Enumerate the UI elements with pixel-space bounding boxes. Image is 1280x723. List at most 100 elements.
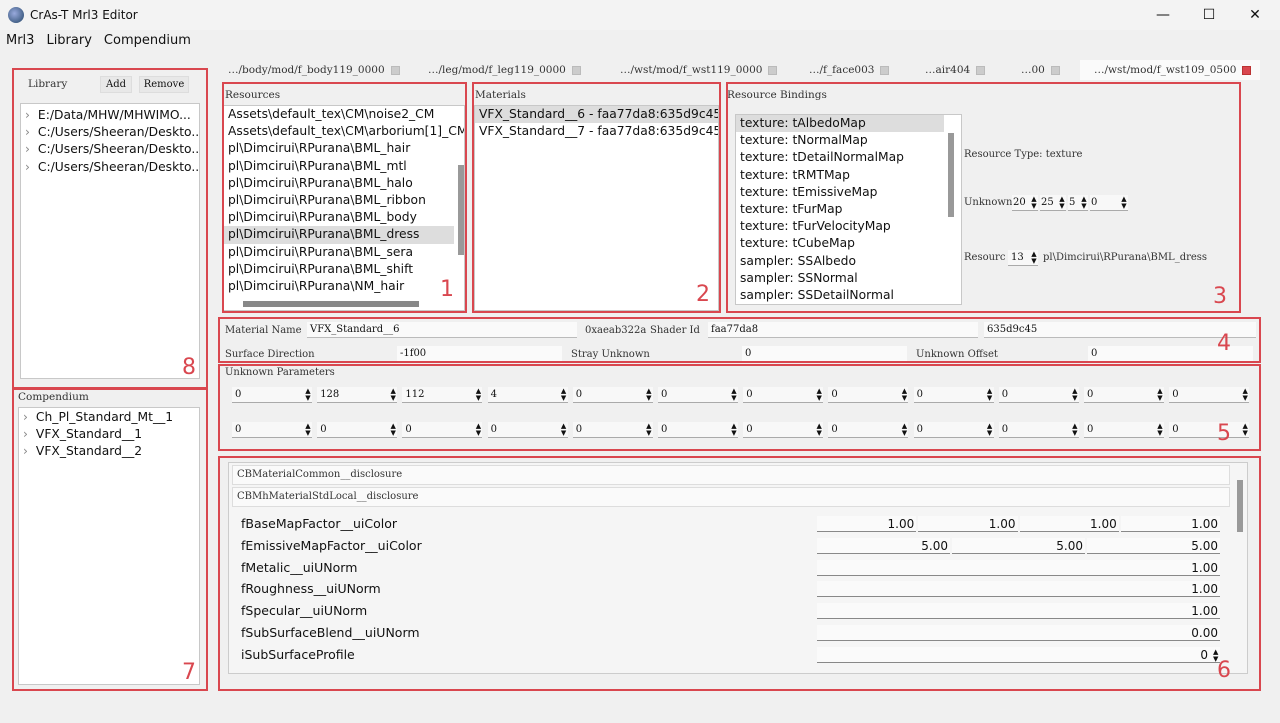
param-spinbox[interactable]: 0 ▲ ▼ (402, 422, 483, 438)
section-cbmhmaterialstdlocal[interactable]: CBMhMaterialStdLocal__disclosure (232, 487, 1230, 507)
shader-id-input[interactable]: faa77da8 (708, 322, 978, 338)
unknown-spinbox-0[interactable]: 20 ▲ ▼ (1012, 195, 1038, 211)
property-value-input[interactable]: 0 (817, 646, 1220, 663)
list-item[interactable]: pl\Dimcirui\RPurana\NM_hair (224, 278, 454, 295)
tab-close-icon[interactable] (880, 65, 890, 75)
param-spinbox[interactable]: 0 ▲ ▼ (913, 422, 994, 438)
tab-4[interactable]: …air404 (925, 60, 986, 80)
list-item[interactable]: pl\Dimcirui\RPurana\BML_sera (224, 244, 454, 261)
add-button[interactable]: Add (100, 76, 132, 93)
materials-list[interactable]: VFX_Standard__6 - faa77da8:635d9c45 VFX_S… (474, 105, 719, 311)
param-spinbox[interactable]: 0 ▲ ▼ (572, 422, 653, 438)
param-spinbox[interactable]: 0 ▲ ▼ (487, 422, 568, 438)
list-item[interactable]: pl\Dimcirui\RPurana\BML_hair (224, 140, 454, 157)
tab-5[interactable]: …00 (1021, 60, 1060, 80)
properties-vscrollbar[interactable] (1237, 480, 1243, 532)
param-spinbox[interactable]: 0 ▲ ▼ (572, 387, 653, 403)
param-spinbox[interactable]: 0 ▲ ▼ (828, 422, 909, 438)
property-value-input[interactable]: 1.00 (817, 581, 1220, 598)
param-spinbox[interactable]: 0 ▲ ▼ (1084, 387, 1164, 403)
unknown-spinbox-1[interactable]: 25 ▲ ▼ (1040, 195, 1066, 211)
list-item[interactable]: texture: tCubeMap (736, 235, 944, 252)
extra-id-input[interactable]: 635d9c45 (984, 322, 1256, 338)
tab-close-icon[interactable] (976, 65, 986, 75)
list-item[interactable]: texture: tAlbedoMap (736, 115, 944, 133)
list-item[interactable]: E:/Data/MHW/MHWIMO... (21, 107, 199, 124)
property-value-input[interactable]: 1.00 (817, 559, 1220, 576)
list-item[interactable]: C:/Users/Sheeran/Deskto... (21, 124, 199, 141)
property-value-input[interactable]: 1.00 (817, 603, 1220, 620)
unknown-spinbox-2[interactable]: 5 ▲ ▼ (1068, 195, 1088, 211)
list-item[interactable]: C:/Users/Sheeran/Deskto... (21, 159, 199, 176)
property-value-input[interactable]: 5.00 (817, 537, 950, 554)
param-spinbox[interactable]: 0 ▲ ▼ (743, 422, 824, 438)
surface-direction-input[interactable]: -1f00 (397, 346, 562, 362)
param-spinbox[interactable]: 0 ▲ ▼ (317, 422, 398, 438)
minimize-button[interactable]: — (1140, 0, 1186, 30)
list-item[interactable]: pl\Dimcirui\RPurana\BML_mtl (224, 158, 454, 175)
bindings-list[interactable]: texture: tAlbedoMap texture: tNormalMap te… (735, 114, 962, 305)
unknown-spinbox-3[interactable]: 0 ▲ ▼ (1090, 195, 1128, 211)
close-button[interactable]: ✕ (1232, 0, 1278, 30)
list-item[interactable]: VFX_Standard__6 - faa77da8:635d9c45 (475, 106, 718, 124)
list-item[interactable]: pl\Dimcirui\RPurana\BML_dress (224, 226, 454, 244)
resources-list[interactable]: Assets\default_tex\CM\noise2_CM Assets\de… (223, 105, 465, 311)
list-item[interactable]: texture: tNormalMap (736, 132, 944, 149)
remove-button[interactable]: Remove (139, 76, 189, 93)
resource-index-spinbox[interactable]: 13 ▲ ▼ (1008, 250, 1038, 266)
list-item[interactable]: pl\Dimcirui\RPurana\BML_body (224, 209, 454, 226)
param-spinbox[interactable]: 112 ▲ ▼ (402, 387, 483, 403)
tab-3[interactable]: …/f_face003 (809, 60, 890, 80)
list-item[interactable]: sampler: SSDetailNormal (736, 287, 944, 304)
library-tree[interactable]: E:/Data/MHW/MHWIMO...C:/Users/Sheeran/De… (20, 103, 200, 379)
property-value-input[interactable]: 0.00 (817, 625, 1220, 641)
list-item[interactable]: VFX_Standard__7 - faa77da8:635d9c45 (475, 123, 718, 140)
property-value-input[interactable]: 1.00 (817, 516, 917, 532)
param-spinbox[interactable]: 0 ▲ ▼ (1169, 422, 1250, 438)
resources-hscrollbar[interactable] (243, 301, 419, 307)
list-item[interactable]: Assets\default_tex\CM\noise2_CM (224, 106, 454, 123)
section-cbmaterialcommon[interactable]: CBMaterialCommon__disclosure (232, 465, 1230, 485)
param-spinbox[interactable]: 4 ▲ ▼ (487, 387, 568, 403)
property-value-input[interactable]: 5.00 (952, 537, 1085, 554)
tab-close-icon[interactable] (571, 65, 581, 75)
param-spinbox[interactable]: 0 ▲ ▼ (1169, 387, 1250, 403)
property-value-input[interactable]: 1.00 (1019, 516, 1119, 532)
param-spinbox[interactable]: 0 ▲ ▼ (913, 387, 994, 403)
property-value-input[interactable]: 5.00 (1087, 537, 1220, 554)
tab-6[interactable]: …/wst/mod/f_wst109_0500 (1080, 60, 1260, 80)
param-spinbox[interactable]: 0 ▲ ▼ (232, 387, 312, 403)
param-spinbox[interactable]: 128 ▲ ▼ (317, 387, 398, 403)
list-item[interactable]: texture: tRMTMap (736, 167, 944, 184)
list-item[interactable]: VFX_Standard__2 (19, 443, 199, 460)
list-item[interactable]: texture: tEmissiveMap (736, 184, 944, 201)
menu-library[interactable]: Library (40, 33, 97, 48)
param-spinbox[interactable]: 0 ▲ ▼ (658, 422, 738, 438)
list-item[interactable]: texture: tFurVelocityMap (736, 218, 944, 235)
compendium-tree[interactable]: Ch_Pl_Standard_Mt__1VFX_Standard__1VFX_S… (18, 407, 200, 685)
menu-mrl3[interactable]: Mrl3 (0, 33, 40, 48)
maximize-button[interactable]: ☐ (1186, 0, 1232, 30)
param-spinbox[interactable]: 0 ▲ ▼ (658, 387, 738, 403)
tab-close-icon[interactable] (1050, 65, 1060, 75)
resources-vscrollbar[interactable] (458, 165, 464, 255)
param-spinbox[interactable]: 0 ▲ ▼ (1084, 422, 1164, 438)
list-item[interactable]: pl\Dimcirui\RPurana\BML_shift (224, 261, 454, 278)
list-item[interactable]: sampler: SSAlbedo (736, 253, 944, 270)
param-spinbox[interactable]: 0 ▲ ▼ (232, 422, 312, 438)
tab-close-icon[interactable] (1242, 65, 1252, 75)
property-value-input[interactable]: 1.00 (918, 516, 1018, 532)
list-item[interactable]: texture: tDetailNormalMap (736, 149, 944, 166)
list-item[interactable]: Ch_Pl_Standard_Mt__1 (19, 409, 199, 426)
param-spinbox[interactable]: 0 ▲ ▼ (828, 387, 909, 403)
tab-2[interactable]: …/wst/mod/f_wst119_0000 (620, 60, 778, 80)
param-spinbox[interactable]: 0 ▲ ▼ (998, 387, 1079, 403)
list-item[interactable]: sampler: SSNormal (736, 270, 944, 287)
list-item[interactable]: Assets\default_tex\CM\arborium[1]_CM (224, 123, 464, 140)
list-item[interactable]: VFX_Standard__1 (19, 426, 199, 443)
tab-0[interactable]: …/body/mod/f_body119_0000 (228, 60, 400, 80)
tab-1[interactable]: …/leg/mod/f_leg119_0000 (428, 60, 581, 80)
tab-close-icon[interactable] (390, 65, 400, 75)
list-item[interactable]: C:/Users/Sheeran/Deskto... (21, 141, 199, 158)
param-spinbox[interactable]: 0 ▲ ▼ (743, 387, 824, 403)
